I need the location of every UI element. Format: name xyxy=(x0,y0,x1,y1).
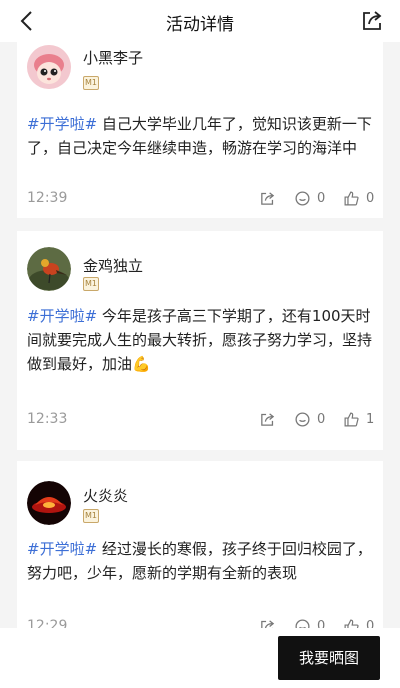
comment-action[interactable]: 0 xyxy=(294,190,325,207)
share-action[interactable] xyxy=(259,411,282,428)
page-title: 活动详情 xyxy=(166,15,234,35)
username[interactable]: 小黑李子 xyxy=(83,47,143,68)
comment-icon xyxy=(295,412,310,427)
share-action[interactable] xyxy=(259,190,282,207)
level-badge: M1 xyxy=(83,76,99,90)
like-action[interactable]: 0 xyxy=(343,190,374,207)
bottom-bar: 我要晒图 xyxy=(0,628,400,688)
level-badge: M1 xyxy=(83,277,99,291)
username[interactable]: 金鸡独立 xyxy=(83,255,143,276)
post-card: 小黑李子 M1 #开学啦# 自己大学毕业几年了，觉知识该更新一下了，自己决定今年… xyxy=(17,42,383,218)
topic-tag[interactable]: #开学啦# xyxy=(27,115,97,133)
share-icon xyxy=(261,620,275,628)
post-text: #开学啦# 自己大学毕业几年了，觉知识该更新一下了，自己决定今年继续申造，畅游在… xyxy=(27,115,372,157)
like-action[interactable]: 1 xyxy=(343,411,374,428)
share-icon xyxy=(261,192,275,205)
share-action[interactable] xyxy=(259,618,282,628)
thumbs-up-icon xyxy=(344,412,359,427)
thumbs-up-icon xyxy=(344,619,359,628)
post-card: 金鸡独立 M1 #开学啦# 今年是孩子高三下学期了，还有100天时间就要完成人生… xyxy=(17,231,383,450)
like-action[interactable]: 0 xyxy=(343,618,374,628)
avatar[interactable] xyxy=(27,45,71,89)
top-bar: 活动详情 xyxy=(0,0,400,42)
comment-icon xyxy=(295,191,310,206)
username[interactable]: 火炎炎 xyxy=(83,485,128,506)
post-time: 12:29 xyxy=(27,618,68,628)
topic-tag[interactable]: #开学啦# xyxy=(27,540,97,558)
post-text: #开学啦# 今年是孩子高三下学期了，还有100天时间就要完成人生的最大转折，愿孩… xyxy=(27,307,373,373)
share-icon xyxy=(261,413,275,426)
thumbs-up-icon xyxy=(344,191,359,206)
post-time: 12:33 xyxy=(27,411,68,427)
post-card: 火炎炎 M1 #开学啦# 经过漫长的寒假，孩子终于回归校园了，努力吧，少年，愿新… xyxy=(17,461,383,628)
topic-tag[interactable]: #开学啦# xyxy=(27,307,97,325)
flexed-biceps-emoji: 💪 xyxy=(132,355,151,373)
avatar[interactable] xyxy=(27,247,71,291)
share-icon[interactable] xyxy=(360,9,384,33)
avatar[interactable] xyxy=(27,481,71,525)
post-photo-button[interactable]: 我要晒图 xyxy=(278,636,380,680)
level-badge: M1 xyxy=(83,509,99,523)
post-text: #开学啦# 经过漫长的寒假，孩子终于回归校园了，努力吧，少年，愿新的学期有全新的… xyxy=(27,540,372,582)
post-feed[interactable]: 小黑李子 M1 #开学啦# 自己大学毕业几年了，觉知识该更新一下了，自己决定今年… xyxy=(0,42,400,628)
comment-icon xyxy=(295,619,310,628)
comment-action[interactable]: 0 xyxy=(294,411,325,428)
post-time: 12:39 xyxy=(27,190,68,206)
comment-action[interactable]: 0 xyxy=(294,618,325,628)
